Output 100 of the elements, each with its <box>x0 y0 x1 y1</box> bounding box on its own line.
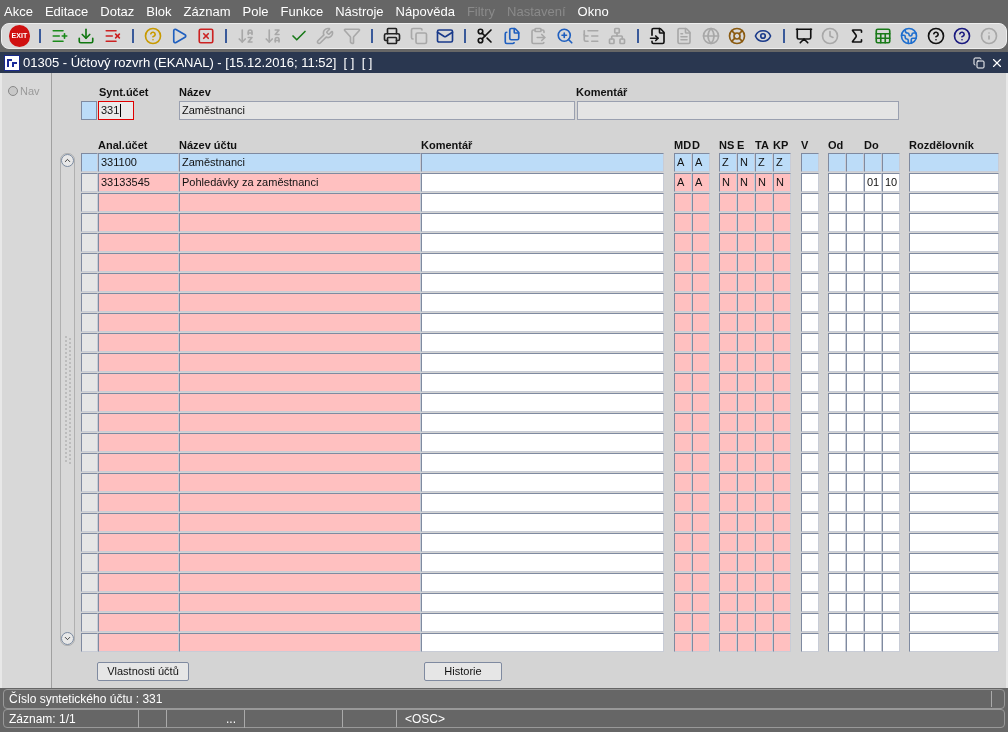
input-field[interactable] <box>801 313 819 332</box>
input-field[interactable] <box>737 413 755 432</box>
row-marker[interactable] <box>81 353 98 372</box>
input-field[interactable] <box>421 453 664 472</box>
input-field[interactable] <box>421 513 664 532</box>
input-field[interactable] <box>846 333 864 352</box>
input-field[interactable] <box>909 253 999 272</box>
input-field[interactable] <box>909 453 999 472</box>
input-field[interactable] <box>801 553 819 572</box>
input-field[interactable] <box>674 333 692 352</box>
input-field[interactable] <box>421 413 664 432</box>
input-field[interactable] <box>882 453 900 472</box>
input-field[interactable] <box>864 613 882 632</box>
input-field[interactable] <box>421 153 664 172</box>
komentar-field[interactable] <box>577 101 899 120</box>
input-field[interactable] <box>674 293 692 312</box>
input-field[interactable] <box>737 353 755 372</box>
input-field[interactable] <box>828 433 846 452</box>
menu-item[interactable]: Nástroje <box>333 1 386 22</box>
input-field[interactable] <box>692 313 710 332</box>
table-cell[interactable]: Pohledávky za zaměstnanci <box>179 173 421 192</box>
input-field[interactable] <box>737 453 755 472</box>
input-field[interactable] <box>909 293 999 312</box>
input-field[interactable] <box>98 353 179 372</box>
table-cell[interactable]: Z <box>755 153 773 172</box>
input-field[interactable] <box>882 153 900 172</box>
input-field[interactable] <box>882 433 900 452</box>
input-field[interactable] <box>692 373 710 392</box>
input-field[interactable] <box>801 513 819 532</box>
input-field[interactable] <box>801 433 819 452</box>
input-field[interactable] <box>737 493 755 512</box>
input-field[interactable] <box>773 273 791 292</box>
input-field[interactable] <box>737 193 755 212</box>
input-field[interactable] <box>737 633 755 652</box>
input-field[interactable] <box>755 313 773 332</box>
input-field[interactable] <box>692 633 710 652</box>
input-field[interactable] <box>773 233 791 252</box>
input-field[interactable] <box>719 373 737 392</box>
input-field[interactable] <box>864 153 882 172</box>
row-marker[interactable] <box>81 313 98 332</box>
input-field[interactable] <box>719 353 737 372</box>
input-field[interactable] <box>98 493 179 512</box>
input-field[interactable] <box>909 273 999 292</box>
input-field[interactable] <box>909 613 999 632</box>
input-field[interactable] <box>801 413 819 432</box>
input-field[interactable] <box>801 393 819 412</box>
row-marker[interactable] <box>81 553 98 572</box>
input-field[interactable] <box>909 413 999 432</box>
input-field[interactable] <box>179 273 421 292</box>
record-marker[interactable] <box>81 101 97 120</box>
input-field[interactable] <box>755 473 773 492</box>
input-field[interactable] <box>719 613 737 632</box>
input-field[interactable] <box>719 473 737 492</box>
input-field[interactable] <box>737 253 755 272</box>
input-field[interactable] <box>179 553 421 572</box>
input-field[interactable] <box>755 613 773 632</box>
input-field[interactable] <box>98 273 179 292</box>
input-field[interactable] <box>882 193 900 212</box>
input-field[interactable] <box>179 593 421 612</box>
input-field[interactable] <box>421 333 664 352</box>
row-marker[interactable] <box>81 593 98 612</box>
row-marker[interactable] <box>81 233 98 252</box>
input-field[interactable] <box>755 633 773 652</box>
input-field[interactable] <box>882 213 900 232</box>
input-field[interactable] <box>846 593 864 612</box>
input-field[interactable] <box>773 333 791 352</box>
input-field[interactable] <box>773 393 791 412</box>
menu-item[interactable]: Funkce <box>278 1 326 22</box>
input-field[interactable] <box>719 573 737 592</box>
table-cell[interactable]: A <box>674 153 692 172</box>
input-field[interactable] <box>719 413 737 432</box>
input-field[interactable] <box>755 253 773 272</box>
row-marker[interactable] <box>81 393 98 412</box>
input-field[interactable] <box>882 633 900 652</box>
input-field[interactable] <box>828 353 846 372</box>
input-field[interactable] <box>864 513 882 532</box>
input-field[interactable] <box>755 213 773 232</box>
input-field[interactable] <box>864 433 882 452</box>
input-field[interactable] <box>179 213 421 232</box>
input-field[interactable] <box>692 533 710 552</box>
input-field[interactable] <box>846 273 864 292</box>
menu-item[interactable]: Dotaz <box>98 1 137 22</box>
input-field[interactable] <box>882 593 900 612</box>
input-field[interactable] <box>909 433 999 452</box>
input-field[interactable] <box>179 293 421 312</box>
input-field[interactable] <box>179 493 421 512</box>
input-field[interactable] <box>909 233 999 252</box>
input-field[interactable] <box>828 313 846 332</box>
input-field[interactable] <box>773 313 791 332</box>
input-field[interactable] <box>801 253 819 272</box>
input-field[interactable] <box>719 553 737 572</box>
input-field[interactable] <box>909 333 999 352</box>
input-field[interactable] <box>828 513 846 532</box>
input-field[interactable] <box>421 373 664 392</box>
input-field[interactable] <box>719 493 737 512</box>
input-field[interactable] <box>801 333 819 352</box>
input-field[interactable] <box>909 373 999 392</box>
input-field[interactable] <box>846 573 864 592</box>
input-field[interactable] <box>674 593 692 612</box>
input-field[interactable] <box>692 273 710 292</box>
